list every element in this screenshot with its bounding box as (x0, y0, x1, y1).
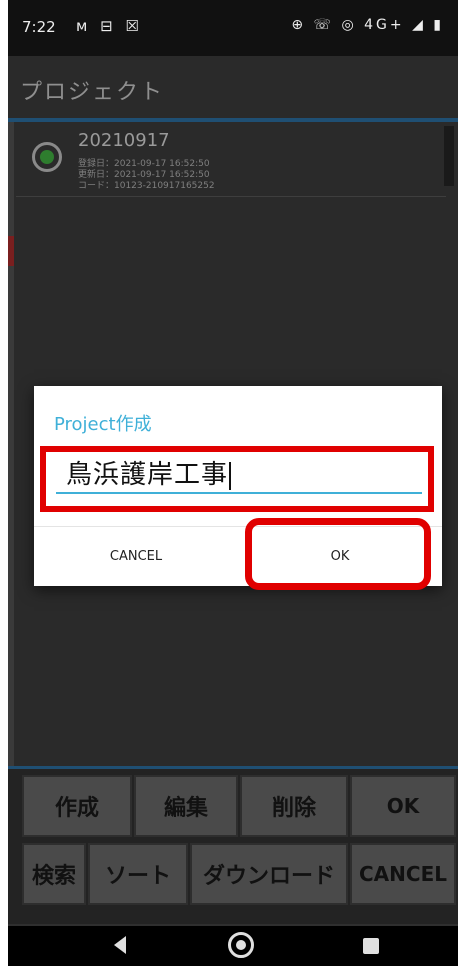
project-name: 20210917 (78, 130, 170, 151)
ok-highlight-box (245, 518, 431, 590)
radio-dot (40, 150, 54, 164)
scrollbar[interactable] (444, 126, 454, 186)
create-button[interactable]: 作成 (22, 775, 132, 837)
cancel-button[interactable]: CANCEL (350, 843, 456, 905)
action-button-panel: 作成 編集 削除 OK 検索 ソート ダウンロード CANCEL (8, 766, 458, 929)
delete-button[interactable]: 削除 (240, 775, 348, 837)
side-edge (8, 122, 14, 822)
side-marker (8, 236, 14, 266)
status-bar: 7:22 ᴍ ⊟ ☒ ⊕ ☏ ◎ 4G+ ◢ ▮ (8, 0, 458, 56)
notification-icons: ᴍ ⊟ ☒ (76, 17, 143, 35)
title-divider (8, 118, 458, 122)
page-title: プロジェクト (20, 80, 165, 105)
system-status-icons: ⊕ ☏ ◎ 4G+ ◢ ▮ (291, 17, 444, 33)
recent-apps-icon[interactable] (363, 938, 379, 954)
project-code: コード：10123-210917165252 (78, 181, 215, 191)
navigation-bar (8, 926, 458, 966)
input-highlight-box (40, 446, 434, 512)
radio-selected-icon[interactable] (32, 142, 62, 172)
ok-button[interactable]: OK (350, 775, 456, 837)
project-list-item[interactable]: 20210917 登録日：2021-09-17 16:52:50 更新日：202… (16, 126, 446, 197)
back-icon[interactable] (114, 936, 126, 954)
dialog-cancel-button[interactable]: CANCEL (34, 527, 238, 585)
search-button[interactable]: 検索 (22, 843, 86, 905)
home-dot (236, 940, 246, 950)
edit-button[interactable]: 編集 (134, 775, 238, 837)
sort-button[interactable]: ソート (88, 843, 188, 905)
home-icon[interactable] (228, 932, 254, 958)
download-button[interactable]: ダウンロード (190, 843, 348, 905)
status-time: 7:22 (22, 18, 56, 36)
dialog-title: Project作成 (54, 414, 152, 435)
